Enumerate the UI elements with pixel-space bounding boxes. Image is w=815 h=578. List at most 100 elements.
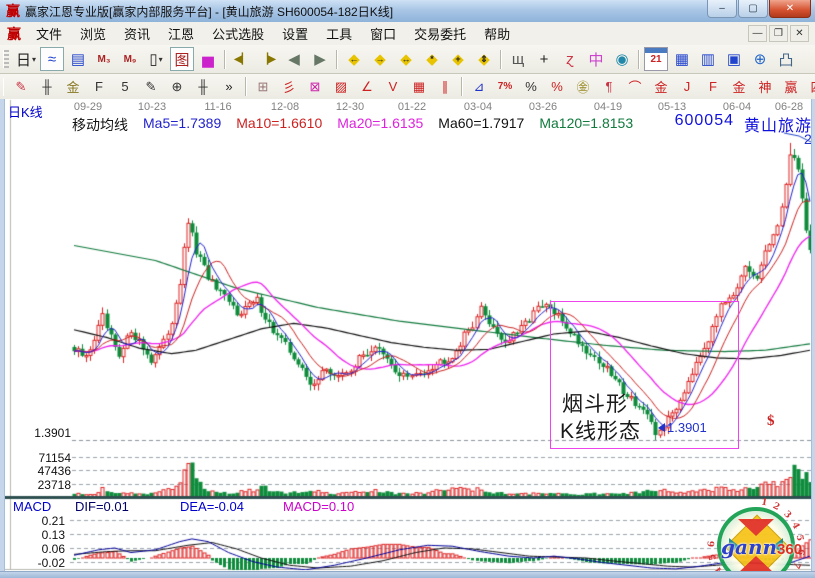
gold-angle-button[interactable]: 金 bbox=[649, 76, 673, 98]
diamond-arrow-icon: ↔ bbox=[395, 48, 417, 70]
doc-close-button[interactable]: ✕ bbox=[790, 25, 809, 42]
print-icon: 凸 bbox=[778, 49, 793, 70]
save-button[interactable]: ▣ bbox=[722, 47, 746, 71]
menu-item-2[interactable]: 资讯 bbox=[115, 22, 159, 45]
zigzag-button[interactable]: V bbox=[381, 76, 405, 98]
diamond-scroll-right-button[interactable]: ◆→ bbox=[368, 47, 392, 71]
diamond-scroll-left-button[interactable]: ◆← bbox=[342, 47, 366, 71]
app-window: 赢 赢家江恩专业版[赢家内部服务平台] - [黄山旅游 SH600054-182… bbox=[0, 0, 815, 578]
menu-item-8[interactable]: 交易委托 bbox=[405, 22, 475, 45]
f-line-button[interactable]: F bbox=[87, 76, 111, 98]
close-button[interactable]: ✕ bbox=[769, 0, 811, 18]
diamond-zoom-vertical-button[interactable]: ◆⇕ bbox=[472, 47, 496, 71]
dropdown-arrow-icon: ▾ bbox=[159, 55, 163, 64]
app-logo-icon: 赢 bbox=[6, 1, 20, 21]
first-page-button[interactable]: ◀▏ bbox=[230, 47, 254, 71]
menu-item-1[interactable]: 浏览 bbox=[71, 22, 115, 45]
menu-item-0[interactable]: 文件 bbox=[27, 22, 71, 45]
report-button[interactable]: ▥ bbox=[696, 47, 720, 71]
pink-tool-button[interactable]: 中 bbox=[584, 47, 608, 71]
date-axis-label: 01-22 bbox=[398, 101, 426, 113]
info-board-button[interactable]: ▤ bbox=[66, 47, 90, 71]
doc-restore-button[interactable]: ❐ bbox=[769, 25, 788, 42]
macd-value: MACD=0.10 bbox=[283, 499, 354, 514]
measure-button[interactable]: ⊿ bbox=[467, 76, 491, 98]
five-line-button[interactable]: 5 bbox=[113, 76, 137, 98]
jin-angle-button[interactable]: 金 bbox=[727, 76, 751, 98]
legend-title: 移动均线 bbox=[72, 115, 128, 135]
bars-9-button[interactable]: M₉ bbox=[118, 47, 142, 71]
circle-line-button[interactable]: ⊕ bbox=[165, 76, 189, 98]
menu-item-5[interactable]: 设置 bbox=[273, 22, 317, 45]
next-page-button[interactable]: ▶ bbox=[308, 47, 332, 71]
more-tools-button[interactable]: » bbox=[217, 76, 241, 98]
menu-item-9[interactable]: 帮助 bbox=[475, 22, 519, 45]
j-angle-icon: J bbox=[684, 79, 691, 94]
parallel-lines-button[interactable]: ∥ bbox=[433, 76, 457, 98]
window-title: 赢家江恩专业版[赢家内部服务平台] - [黄山旅游 SH600054-182日K… bbox=[25, 3, 393, 20]
f-angle-button[interactable]: F bbox=[701, 76, 725, 98]
menu-item-4[interactable]: 公式选股 bbox=[203, 22, 273, 45]
ruler-line-button[interactable]: ╫ bbox=[191, 76, 215, 98]
low-price-arrow-icon bbox=[658, 423, 665, 432]
print-button[interactable]: 凸 bbox=[774, 47, 798, 71]
doc-minimize-button[interactable]: — bbox=[748, 25, 767, 42]
fan-rays-button[interactable]: 彡 bbox=[277, 76, 301, 98]
last-page-button[interactable]: ▕▶ bbox=[256, 47, 280, 71]
calculator-button[interactable]: ▦ bbox=[670, 47, 694, 71]
ying-angle-button[interactable]: 嬴 bbox=[779, 76, 803, 98]
toolbar-grip[interactable] bbox=[3, 50, 9, 68]
candle-style-icon: ▯ bbox=[149, 50, 157, 68]
volume-axis-label: 23718 bbox=[16, 478, 71, 492]
box-grid-button[interactable]: ⊞ bbox=[251, 76, 275, 98]
gann-box-button[interactable]: ⊠ bbox=[303, 76, 327, 98]
shen-angle-button[interactable]: 神 bbox=[753, 76, 777, 98]
pen-line-icon: ✎ bbox=[146, 79, 157, 95]
crosshair-tool-icon: + bbox=[540, 51, 549, 68]
crosshair-tool-button[interactable]: + bbox=[532, 47, 556, 71]
angle-line-button[interactable]: ∠ bbox=[355, 76, 379, 98]
gold-line-button[interactable]: 金 bbox=[61, 76, 85, 98]
period-day-button[interactable]: 日▾ bbox=[14, 47, 38, 71]
ying-angle-icon: 嬴 bbox=[784, 77, 797, 96]
menu-item-6[interactable]: 工具 bbox=[317, 22, 361, 45]
info-board-icon: ▤ bbox=[71, 50, 85, 68]
fine-grid-button[interactable]: ▦ bbox=[407, 76, 431, 98]
percent-7-button[interactable]: 7% bbox=[493, 76, 517, 98]
title-bar[interactable]: 赢 赢家江恩专业版[赢家内部服务平台] - [黄山旅游 SH600054-182… bbox=[0, 0, 815, 23]
mark-tool-button[interactable]: ɀ bbox=[558, 47, 582, 71]
color-histogram-button[interactable]: ▅ bbox=[196, 47, 220, 71]
hand-tool-button[interactable]: щ bbox=[506, 47, 530, 71]
minimize-button[interactable]: – bbox=[707, 0, 737, 18]
pattern-annotation-box[interactable]: 烟斗形 K线形态 bbox=[550, 301, 739, 449]
prev-page-button[interactable]: ◀ bbox=[282, 47, 306, 71]
menu-bar: 赢 文件浏览资讯江恩公式选股设置工具窗口交易委托帮助 —❐✕ bbox=[0, 22, 815, 46]
overview-chart-button[interactable]: ≈ bbox=[40, 47, 64, 71]
gann-line-button[interactable]: ╫ bbox=[35, 76, 59, 98]
toolbar-grip-2[interactable] bbox=[3, 78, 4, 96]
diamond-zoom-horizontal-button[interactable]: ◆↔ bbox=[394, 47, 418, 71]
maximize-button[interactable]: ▢ bbox=[738, 0, 768, 18]
indicator-window-button[interactable]: 图 bbox=[170, 47, 194, 71]
draw-pen-button[interactable]: ✎ bbox=[9, 76, 33, 98]
percent-line-button[interactable]: % bbox=[545, 76, 569, 98]
percent-button[interactable]: % bbox=[519, 76, 543, 98]
bars-3-button[interactable]: M₃ bbox=[92, 47, 116, 71]
save-icon: ▣ bbox=[727, 50, 741, 68]
diamond-compress-button[interactable]: ◆* bbox=[420, 47, 444, 71]
pen-line-button[interactable]: ✎ bbox=[139, 76, 163, 98]
arc-button[interactable]: ⌒ bbox=[623, 76, 647, 98]
shade-box-button[interactable]: ▨ bbox=[329, 76, 353, 98]
stock-label: 600054 黄山旅游 bbox=[675, 112, 812, 136]
price-pen-button[interactable]: ¶ bbox=[597, 76, 621, 98]
j-angle-button[interactable]: J bbox=[675, 76, 699, 98]
calendar-button[interactable]: 21 bbox=[644, 47, 668, 71]
diamond-expand-button[interactable]: ◆+ bbox=[446, 47, 470, 71]
cycle-tool-button[interactable]: ◉ bbox=[610, 47, 634, 71]
candle-style-button[interactable]: ▯▾ bbox=[144, 47, 168, 71]
menu-item-7[interactable]: 窗口 bbox=[361, 22, 405, 45]
menu-item-3[interactable]: 江恩 bbox=[159, 22, 203, 45]
gold-section-button[interactable]: ㊎ bbox=[571, 76, 595, 98]
si-angle-button[interactable]: 四 bbox=[805, 76, 815, 98]
network-button[interactable]: ⊕ bbox=[748, 47, 772, 71]
